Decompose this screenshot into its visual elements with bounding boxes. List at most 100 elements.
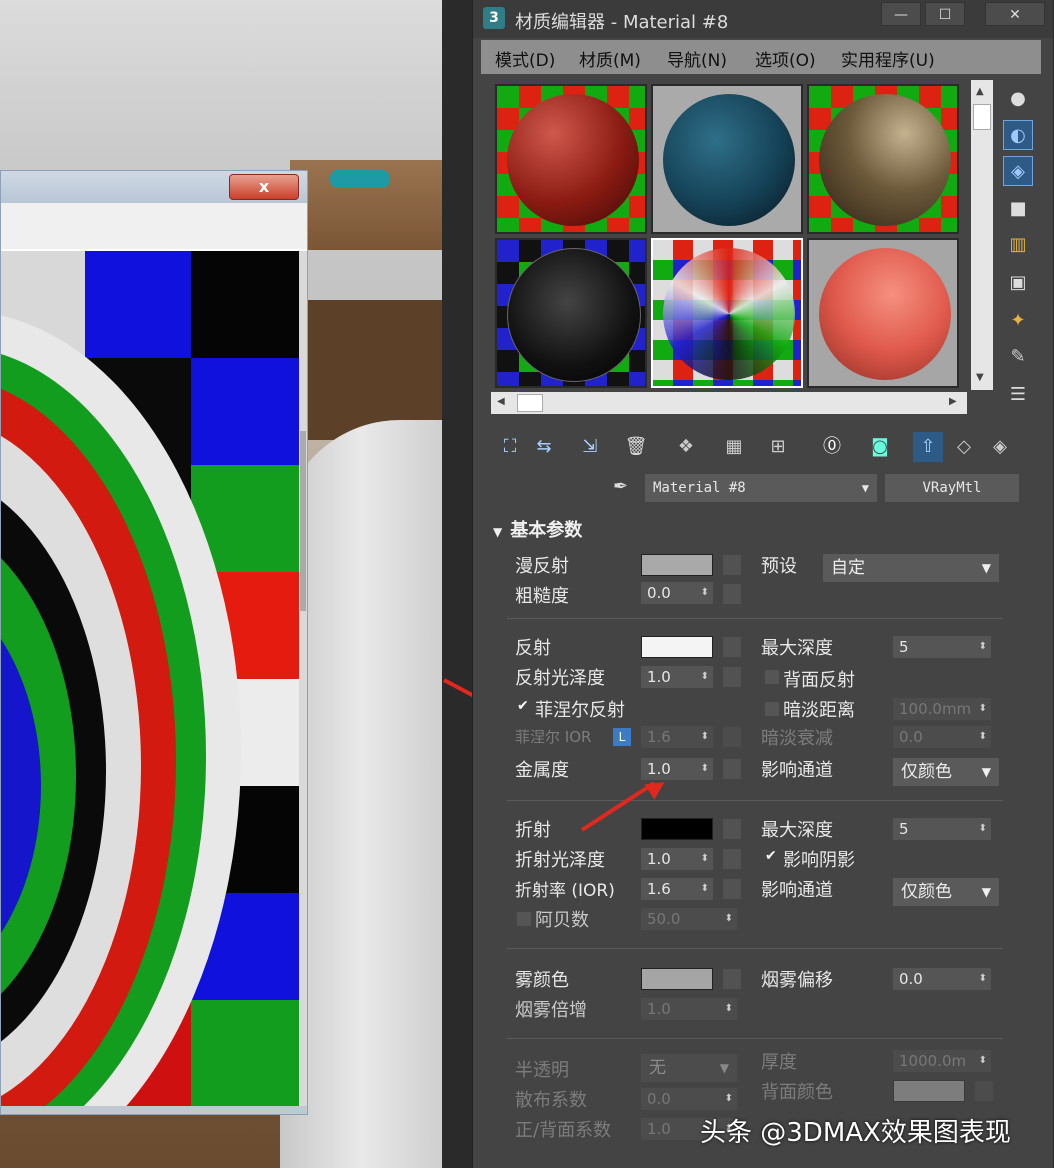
spinner-arrows-icon[interactable]: ⬍: [979, 698, 987, 720]
abbe-checkbox[interactable]: [517, 912, 531, 926]
metalness-spinner[interactable]: 1.0 ⬍: [641, 758, 713, 780]
make-unique-icon[interactable]: ❖: [671, 432, 701, 462]
refract-color-swatch[interactable]: [641, 818, 713, 840]
refract-gloss-spinner[interactable]: 1.0 ⬍: [641, 848, 713, 870]
sample-slot-4[interactable]: [495, 238, 647, 388]
fresnel-ior-spinner[interactable]: 1.6 ⬍: [641, 726, 713, 748]
spinner-arrows-icon[interactable]: ⬍: [979, 726, 987, 748]
backlight-icon[interactable]: ◐: [1003, 120, 1033, 150]
ior-map-button[interactable]: [723, 879, 741, 899]
material-id-channel-icon[interactable]: ⊞: [763, 432, 793, 462]
spinner-arrows-icon[interactable]: ⬍: [979, 1050, 987, 1072]
reflect-map-button[interactable]: [723, 637, 741, 657]
menu-navigation[interactable]: 导航(N): [667, 46, 727, 71]
put-material-to-scene-icon[interactable]: ⇆: [529, 432, 559, 462]
spinner-arrows-icon[interactable]: ⬍: [979, 818, 987, 840]
sample-slot-1[interactable]: [495, 84, 647, 234]
fog-color-map-button[interactable]: [723, 969, 741, 989]
scroll-left-icon[interactable]: ◀: [497, 396, 505, 407]
sample-slot-2[interactable]: [651, 84, 803, 234]
fog-mult-spinner[interactable]: 1.0 ⬍: [641, 998, 737, 1020]
sample-uv-tiling-icon[interactable]: ■: [1003, 194, 1033, 224]
material-effects-channel-icon[interactable]: ⓪: [817, 432, 847, 462]
reflect-gloss-spinner[interactable]: 1.0 ⬍: [641, 666, 713, 688]
show-end-result-icon[interactable]: ⇧: [913, 432, 943, 462]
slots-hscroll-thumb[interactable]: [517, 394, 543, 412]
video-color-check-icon[interactable]: ▥: [1003, 230, 1033, 260]
select-by-material-icon[interactable]: ✎: [1003, 342, 1033, 372]
spinner-arrows-icon[interactable]: ⬍: [701, 758, 709, 780]
refract-gloss-map-button[interactable]: [723, 849, 741, 869]
preview-scrollbar-thumb[interactable]: [300, 431, 306, 611]
thickness-spinner[interactable]: 1000.0m ⬍: [893, 1050, 991, 1072]
roughness-spinner[interactable]: 0.0 ⬍: [641, 582, 713, 604]
spinner-arrows-icon[interactable]: ⬍: [701, 726, 709, 748]
material-preview-window[interactable]: x: [0, 170, 308, 1115]
get-material-icon[interactable]: ⛶: [495, 432, 525, 462]
affect-channels-dropdown[interactable]: 仅颜色 ▼: [893, 758, 999, 786]
diffuse-map-button[interactable]: [723, 555, 741, 575]
spinner-arrows-icon[interactable]: ⬍: [725, 1088, 733, 1110]
menu-mode[interactable]: 模式(D): [495, 46, 555, 71]
collapse-triangle-icon[interactable]: ▼: [493, 525, 502, 539]
menu-options[interactable]: 选项(O): [755, 46, 816, 71]
refract-max-depth-spinner[interactable]: 5 ⬍: [893, 818, 991, 840]
chevron-down-icon[interactable]: ▼: [862, 474, 869, 502]
fresnel-ior-lock-button[interactable]: L: [613, 728, 631, 746]
make-preview-icon[interactable]: ▣: [1003, 268, 1033, 298]
show-shaded-material-icon[interactable]: ◙: [865, 432, 895, 462]
scroll-up-icon[interactable]: ▲: [976, 86, 984, 97]
minimize-button[interactable]: —: [881, 2, 921, 26]
spinner-arrows-icon[interactable]: ⬍: [979, 968, 987, 990]
preset-dropdown[interactable]: 自定 ▼: [823, 554, 999, 582]
sample-slot-6[interactable]: [807, 238, 959, 388]
put-to-library-icon[interactable]: ▦: [719, 432, 749, 462]
metalness-map-button[interactable]: [723, 759, 741, 779]
fog-bias-spinner[interactable]: 0.0 ⬍: [893, 968, 991, 990]
reflect-color-swatch[interactable]: [641, 636, 713, 658]
refract-affect-channels-dropdown[interactable]: 仅颜色 ▼: [893, 878, 999, 906]
slots-vscroll-thumb[interactable]: [973, 104, 991, 130]
material-type-button[interactable]: VRayMtl: [885, 474, 1019, 502]
sample-slot-3[interactable]: [807, 84, 959, 234]
close-button[interactable]: ✕: [985, 2, 1045, 26]
slots-horizontal-scrollbar[interactable]: ◀ ▶: [491, 392, 967, 414]
refract-map-button[interactable]: [723, 819, 741, 839]
spinner-arrows-icon[interactable]: ⬍: [725, 908, 733, 930]
slots-vertical-scrollbar[interactable]: ▲ ▼: [971, 80, 993, 390]
diffuse-color-swatch[interactable]: [641, 554, 713, 576]
backside-color-map-button[interactable]: [975, 1081, 993, 1101]
affect-shadows-checkmark-icon[interactable]: ✔: [765, 848, 777, 864]
preview-scrollbar[interactable]: [299, 251, 307, 1106]
preview-close-button[interactable]: x: [229, 174, 299, 200]
eyedropper-icon[interactable]: ✒: [613, 476, 637, 500]
reset-material-icon[interactable]: 🗑: [621, 432, 651, 462]
roughness-map-button[interactable]: [723, 584, 741, 604]
material-name-field[interactable]: Material #8 ▼: [645, 474, 877, 502]
spinner-arrows-icon[interactable]: ⬍: [701, 582, 709, 604]
3d-viewport[interactable]: x: [0, 0, 442, 1168]
material-map-navigator-icon[interactable]: ☰: [1003, 380, 1033, 410]
fresnel-ior-map-button[interactable]: [723, 727, 741, 747]
ior-spinner[interactable]: 1.6 ⬍: [641, 878, 713, 900]
menu-utilities[interactable]: 实用程序(U): [841, 46, 935, 71]
go-to-parent-icon[interactable]: ◇: [949, 432, 979, 462]
max-depth-spinner[interactable]: 5 ⬍: [893, 636, 991, 658]
backside-color-swatch[interactable]: [893, 1080, 965, 1102]
go-forward-to-sibling-icon[interactable]: ◈: [985, 432, 1015, 462]
spinner-arrows-icon[interactable]: ⬍: [979, 636, 987, 658]
reflect-gloss-map-button[interactable]: [723, 667, 741, 687]
fresnel-checkmark-icon[interactable]: ✔: [517, 698, 529, 714]
maximize-button[interactable]: ☐: [925, 2, 965, 26]
material-editor-window[interactable]: 3 材质编辑器 - Material #8 — ☐ ✕ 模式(D) 材质(M) …: [472, 0, 1053, 1168]
options-icon[interactable]: ✦: [1003, 306, 1033, 336]
scatter-spinner[interactable]: 0.0 ⬍: [641, 1088, 737, 1110]
spinner-arrows-icon[interactable]: ⬍: [701, 878, 709, 900]
spinner-arrows-icon[interactable]: ⬍: [701, 848, 709, 870]
dim-distance-spinner[interactable]: 100.0mm ⬍: [893, 698, 991, 720]
spinner-arrows-icon[interactable]: ⬍: [725, 998, 733, 1020]
editor-titlebar[interactable]: 3 材质编辑器 - Material #8 — ☐ ✕: [473, 0, 1053, 38]
rollout-header[interactable]: ▼ 基本参数: [493, 516, 582, 542]
spinner-arrows-icon[interactable]: ⬍: [701, 666, 709, 688]
sample-slot-5-active[interactable]: [651, 238, 803, 388]
